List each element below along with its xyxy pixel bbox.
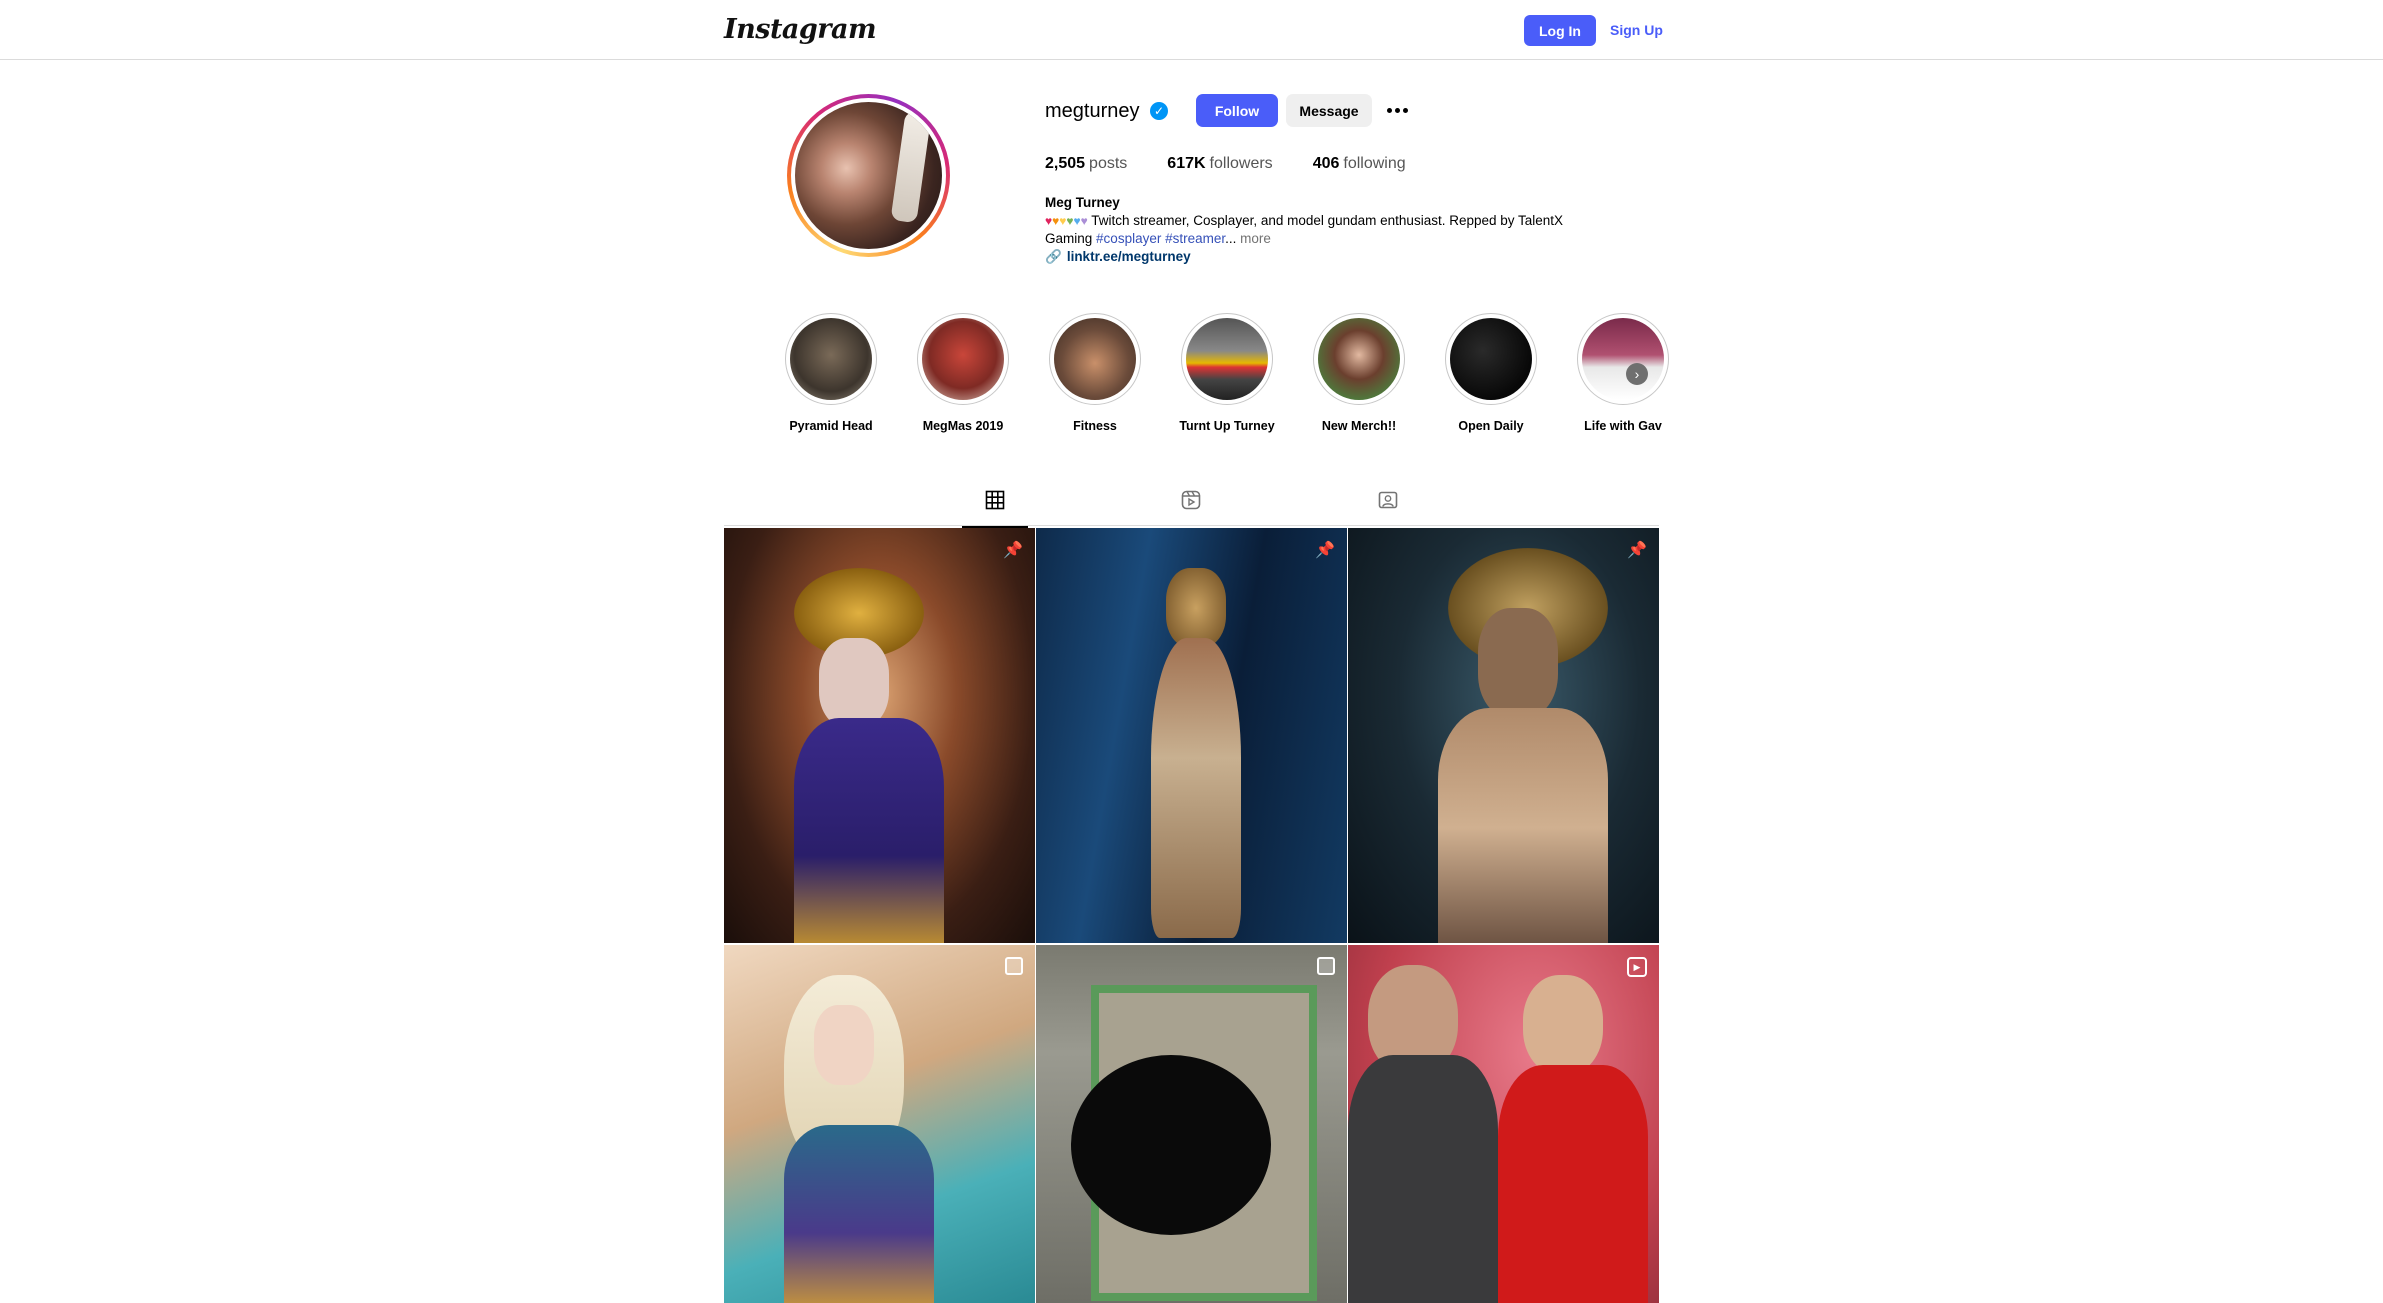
bio-text-continued: Gaming (1045, 231, 1093, 246)
login-button[interactable]: Log In (1524, 15, 1596, 46)
highlight-ring (1445, 313, 1537, 405)
highlight-label: Pyramid Head (789, 419, 873, 433)
profile-username: megturney (1045, 100, 1140, 122)
highlight-thumbnail (790, 318, 872, 400)
tab-reels[interactable] (1158, 490, 1224, 526)
bio-more-link[interactable]: more (1240, 231, 1271, 246)
heart-icon: ♥ (1073, 214, 1081, 228)
heart-emojis-icon: ♥♥♥♥♥♥ (1045, 213, 1088, 228)
profile-full-name: Meg Turney (1045, 195, 1120, 210)
highlight-ring (1049, 313, 1141, 405)
profile-avatar[interactable] (787, 94, 950, 257)
highlight-pyramid-head[interactable]: Pyramid Head (765, 313, 897, 433)
followers-count[interactable]: 617K followers (1167, 155, 1272, 173)
posts-grid: 📌 📌 📌 ▶ (724, 528, 1659, 1303)
link-icon: 🔗 (1045, 249, 1062, 264)
carousel-icon (1005, 957, 1023, 975)
profile-stats: 2,505 posts 617K followers 406 following (1045, 155, 1406, 173)
highlight-ring (917, 313, 1009, 405)
grid-icon (985, 490, 1005, 510)
highlight-ring (1313, 313, 1405, 405)
post-tile[interactable] (724, 945, 1035, 1303)
bio-external-link[interactable]: linktr.ee/megturney (1067, 249, 1191, 264)
highlights-next-chevron-icon[interactable]: › (1626, 363, 1648, 385)
verified-badge-icon: ✓ (1150, 102, 1168, 120)
heart-icon: ♥ (1080, 214, 1088, 228)
highlight-thumbnail (922, 318, 1004, 400)
highlight-label: Open Daily (1458, 419, 1524, 433)
highlight-megmas-2019[interactable]: MegMas 2019 (897, 313, 1029, 433)
hashtag-cosplayer[interactable]: #cosplayer (1096, 231, 1161, 246)
more-options-icon[interactable] (1384, 98, 1410, 122)
highlight-open-daily[interactable]: Open Daily (1425, 313, 1557, 433)
highlight-thumbnail (1450, 318, 1532, 400)
instagram-logo[interactable]: Instagram (724, 14, 877, 45)
follow-button[interactable]: Follow (1196, 94, 1278, 127)
highlight-thumbnail (1186, 318, 1268, 400)
following-count[interactable]: 406 following (1313, 155, 1406, 173)
highlight-thumbnail (1054, 318, 1136, 400)
bio-ellipsis: ... (1225, 231, 1237, 246)
highlight-life-with-gav[interactable]: Life with Gav (1557, 313, 1689, 433)
post-tile[interactable]: 📌 (724, 528, 1035, 943)
story-highlights: Pyramid Head MegMas 2019 Fitness Turnt U… (765, 313, 1689, 433)
tabs-divider (724, 525, 1659, 526)
highlight-new-merch[interactable]: New Merch!! (1293, 313, 1425, 433)
post-tile[interactable]: 📌 (1036, 528, 1347, 943)
highlight-thumbnail (1318, 318, 1400, 400)
post-tile[interactable]: ▶ (1348, 945, 1659, 1303)
bio-link-row: 🔗 linktr.ee/megturney (1045, 248, 1625, 266)
message-button[interactable]: Message (1286, 94, 1372, 127)
post-tile[interactable] (1036, 945, 1347, 1303)
tab-tagged[interactable] (1355, 490, 1421, 526)
hashtag-streamer[interactable]: #streamer (1165, 231, 1225, 246)
top-bar: Instagram Log In Sign Up (0, 0, 2383, 60)
highlight-label: Fitness (1073, 419, 1117, 433)
highlight-label: MegMas 2019 (922, 419, 1004, 433)
highlight-turnt-up-turney[interactable]: Turnt Up Turney (1161, 313, 1293, 433)
avatar-image (795, 102, 942, 249)
pin-icon: 📌 (1003, 542, 1023, 559)
heart-icon: ♥ (1066, 214, 1074, 228)
highlight-label: Turnt Up Turney (1179, 419, 1275, 433)
highlight-label: Life with Gav (1584, 419, 1662, 433)
post-tile[interactable]: 📌 (1348, 528, 1659, 943)
highlight-ring (785, 313, 877, 405)
carousel-icon (1317, 957, 1335, 975)
tagged-icon (1378, 491, 1398, 509)
bio-line-2: Gaming #cosplayer #streamer... more (1045, 230, 1625, 248)
highlight-ring (1577, 313, 1669, 405)
bio-line-1: ♥♥♥♥♥♥ Twitch streamer, Cosplayer, and m… (1045, 212, 1625, 230)
avatar-border (791, 98, 946, 253)
highlight-ring (1181, 313, 1273, 405)
posts-count: 2,505 posts (1045, 155, 1128, 172)
highlight-label: New Merch!! (1321, 419, 1397, 433)
highlight-thumbnail (1582, 318, 1664, 400)
pin-icon: 📌 (1315, 542, 1335, 559)
highlight-fitness[interactable]: Fitness (1029, 313, 1161, 433)
reel-icon: ▶ (1627, 957, 1647, 977)
bio-text: Twitch streamer, Cosplayer, and model gu… (1091, 213, 1564, 228)
profile-bio: Meg Turney ♥♥♥♥♥♥ Twitch streamer, Cospl… (1045, 194, 1625, 266)
reels-icon (1181, 490, 1201, 510)
signup-link[interactable]: Sign Up (1610, 22, 1663, 38)
pin-icon: 📌 (1627, 542, 1647, 559)
tab-posts[interactable] (962, 490, 1028, 528)
